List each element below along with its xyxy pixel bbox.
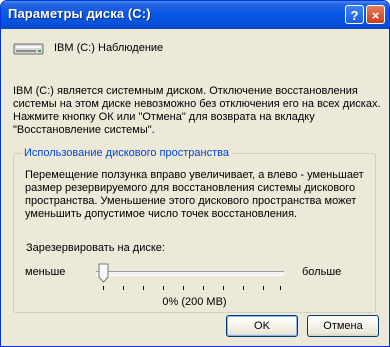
disk-usage-title: Использование дискового пространства bbox=[22, 147, 231, 160]
ok-button[interactable]: OK bbox=[226, 315, 298, 337]
window-title: Параметры диска (C:) bbox=[8, 6, 151, 21]
slider-ticks bbox=[103, 286, 281, 290]
drive-settings-dialog: Параметры диска (C:) ? × IBM (C:) Наблюд… bbox=[0, 0, 390, 347]
less-label: меньше bbox=[25, 266, 66, 278]
disk-usage-description: Перемещение ползунка вправо увеличивает,… bbox=[25, 169, 364, 220]
reserve-slider-thumb[interactable] bbox=[98, 263, 109, 283]
help-button[interactable]: ? bbox=[345, 5, 364, 24]
title-bar[interactable]: Параметры диска (C:) ? × bbox=[1, 1, 389, 29]
disk-usage-group: Использование дискового пространства Пер… bbox=[13, 147, 376, 313]
reserve-slider-track[interactable] bbox=[96, 271, 284, 276]
drive-label: IBM (C:) Наблюдение bbox=[54, 42, 164, 54]
hard-drive-icon bbox=[13, 43, 44, 55]
more-label: больше bbox=[302, 266, 342, 278]
dialog-content: IBM (C:) Наблюдение IBM (C:) является си… bbox=[5, 29, 385, 342]
system-drive-info: IBM (C:) является системным диском. Откл… bbox=[13, 85, 381, 136]
cancel-button[interactable]: Отмена bbox=[307, 315, 379, 337]
reserve-label: Зарезервировать на диске: bbox=[26, 242, 165, 254]
close-button[interactable]: × bbox=[366, 5, 385, 24]
reserve-value: 0% (200 MB) bbox=[162, 296, 227, 308]
